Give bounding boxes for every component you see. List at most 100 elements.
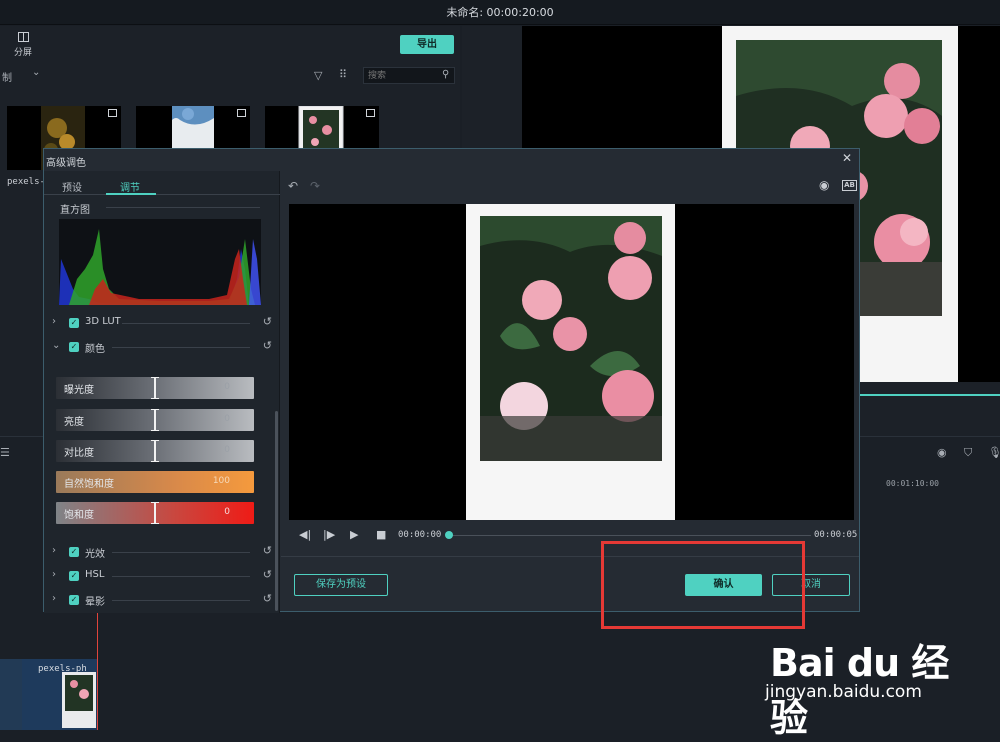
timeline-clip[interactable] (0, 659, 22, 730)
chevron-right-icon[interactable]: › (52, 593, 56, 604)
dialog-title: 高级调色 (46, 158, 86, 169)
slider-label: 饱和度 (64, 510, 94, 521)
section-color[interactable]: ⌄ ✓ 颜色 ↺ (52, 339, 272, 356)
chevron-right-icon[interactable]: › (52, 316, 56, 327)
reset-icon[interactable]: ↺ (263, 544, 272, 557)
close-icon[interactable]: ✕ (842, 151, 852, 165)
slider-value[interactable]: 0 (224, 507, 230, 517)
divider (112, 600, 250, 601)
slider-handle[interactable] (151, 377, 159, 399)
eye-icon[interactable]: ◉ (819, 178, 829, 192)
section-label: 3D LUT (85, 316, 121, 327)
tab-adjust[interactable]: 调节 (120, 179, 140, 194)
save-as-preset-button[interactable]: 保存为预设 (294, 574, 388, 596)
chevron-down-icon[interactable]: ⌄ (52, 340, 60, 351)
microphone-icon[interactable]: 🎙 (988, 446, 1000, 459)
checkbox-checked-icon[interactable]: ✓ (69, 318, 79, 328)
section-label: 光效 (85, 549, 105, 560)
render-preview-icon[interactable]: ◉ (937, 446, 947, 459)
search-icon[interactable]: ⚲ (442, 69, 449, 80)
exposure-slider[interactable]: 曝光度 0 (56, 377, 254, 399)
stop-icon[interactable]: ■ (376, 528, 386, 541)
scrub-track[interactable] (451, 535, 811, 536)
image-type-icon (108, 109, 117, 117)
section-label: HSL (85, 569, 105, 580)
slider-value[interactable]: 100 (213, 476, 230, 486)
active-tab-indicator (106, 193, 156, 195)
annotation-highlight-box (601, 541, 805, 629)
dialog-video-preview (289, 204, 854, 520)
reset-icon[interactable]: ↺ (263, 592, 272, 605)
timeline-time-marker: 00:01:10:00 (886, 479, 939, 488)
slider-value[interactable]: 0 (224, 414, 230, 424)
scrub-handle[interactable] (445, 531, 453, 539)
slider-handle[interactable] (151, 502, 159, 524)
slider-value[interactable]: 0 (224, 445, 230, 455)
slider-handle[interactable] (151, 409, 159, 431)
chevron-right-icon[interactable]: › (52, 569, 56, 580)
clip-thumbnail (62, 672, 96, 728)
slider-label: 亮度 (64, 417, 84, 428)
slider-label: 曝光度 (64, 385, 94, 396)
undo-icon[interactable]: ↶ (288, 179, 298, 193)
previous-frame-icon[interactable]: ◀| (299, 528, 311, 541)
export-button[interactable]: 导出 (400, 35, 454, 54)
baidu-jingyan-watermark: Bai du 经验 jingyan.baidu.com (763, 622, 963, 740)
dialog-tabs: 预设 调节 (44, 177, 280, 195)
contrast-slider[interactable]: 对比度 0 (56, 440, 254, 462)
grid-view-icon[interactable]: ⠿ (339, 68, 347, 81)
watermark-url: jingyan.baidu.com (765, 682, 922, 702)
marker-icon[interactable]: ⛉ (964, 446, 972, 460)
checkbox-checked-icon[interactable]: ✓ (69, 342, 79, 352)
reset-icon[interactable]: ↺ (263, 339, 272, 352)
slider-label: 自然饱和度 (64, 479, 114, 490)
filter-icon[interactable]: ▽ (314, 69, 322, 82)
section-label: 颜色 (85, 344, 105, 355)
section-vignette[interactable]: › ✓ 晕影 ↺ (52, 592, 272, 609)
divider (122, 323, 250, 324)
title-bar: 未命名: 00:00:20:00 (0, 0, 1000, 25)
split-screen-icon (17, 32, 29, 42)
image-type-icon (366, 109, 375, 117)
section-hsl[interactable]: › ✓ HSL ↺ (52, 568, 272, 585)
section-label: 晕影 (85, 597, 105, 608)
compare-ab-icon[interactable]: AB (842, 180, 857, 191)
histogram-graph (59, 229, 261, 305)
slider-value[interactable]: 0 (224, 382, 230, 392)
media-toolbar: 制 ⌄ ▽ ⠿ ⚲ (0, 66, 460, 86)
play-icon[interactable]: ▶ (350, 528, 358, 541)
next-frame-icon[interactable]: |▶ (323, 528, 335, 541)
adjustment-panel: 预设 调节 直方图 › ✓ 3D LUT ↺ ⌄ ✓ 颜色 ↺ 曝光度 0 亮度… (44, 171, 280, 613)
flower-image (480, 216, 662, 461)
reset-icon[interactable]: ↺ (263, 568, 272, 581)
chevron-down-icon[interactable]: ⌄ (32, 67, 40, 78)
vibrance-slider[interactable]: 自然饱和度 100 (56, 471, 254, 493)
current-time: 00:00:00 (398, 530, 442, 540)
category-label[interactable]: 制 (2, 69, 12, 84)
reset-icon[interactable]: ↺ (263, 315, 272, 328)
histogram (59, 219, 261, 305)
section-lighting[interactable]: › ✓ 光效 ↺ (52, 544, 272, 561)
timeline-settings-icon[interactable]: ☰ (0, 446, 10, 459)
chevron-right-icon[interactable]: › (52, 545, 56, 556)
timeline-playhead[interactable] (97, 600, 98, 730)
saturation-slider[interactable]: 饱和度 0 (56, 502, 254, 524)
brightness-slider[interactable]: 亮度 0 (56, 409, 254, 431)
section-3d-lut[interactable]: › ✓ 3D LUT ↺ (52, 315, 272, 332)
slider-handle[interactable] (151, 440, 159, 462)
tab-presets[interactable]: 预设 (62, 179, 82, 194)
histogram-label: 直方图 (60, 205, 90, 216)
divider (112, 552, 250, 553)
split-screen-button[interactable]: 分屏 (8, 32, 38, 58)
clip-thumbnail-image (65, 675, 93, 711)
checkbox-checked-icon[interactable]: ✓ (69, 571, 79, 581)
checkbox-checked-icon[interactable]: ✓ (69, 547, 79, 557)
divider (112, 347, 250, 348)
checkbox-checked-icon[interactable]: ✓ (69, 595, 79, 605)
preview-photo (466, 204, 675, 520)
redo-icon[interactable]: ↷ (310, 179, 320, 193)
divider (106, 207, 260, 208)
divider (112, 576, 250, 577)
slider-label: 对比度 (64, 448, 94, 459)
scrollbar[interactable] (275, 411, 278, 611)
